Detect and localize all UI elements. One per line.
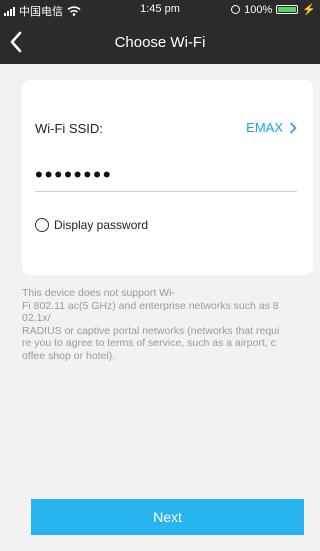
next-button[interactable]: Next bbox=[31, 499, 304, 535]
radio-icon bbox=[35, 218, 49, 232]
alarm-icon bbox=[231, 5, 241, 14]
chevron-right-icon bbox=[289, 121, 297, 134]
password-field[interactable]: •••••••• bbox=[35, 164, 297, 192]
header: 中国电信 1:45 pm 100% ⚡ Choose Wi-Fi bbox=[0, 0, 320, 64]
page-title: Choose Wi-Fi bbox=[114, 34, 206, 51]
ssid-selector[interactable]: EMAX bbox=[246, 120, 297, 135]
display-password-toggle[interactable]: Display password bbox=[35, 218, 148, 232]
wifi-form-card: Wi-Fi SSID: EMAX •••••••• Display passwo… bbox=[22, 80, 313, 275]
status-bar: 中国电信 1:45 pm 100% ⚡ bbox=[0, 0, 320, 20]
battery-percent: 100% bbox=[244, 3, 273, 16]
ssid-value: EMAX bbox=[246, 120, 283, 135]
compatibility-notice: This device does not support Wi- Fi 802.… bbox=[22, 287, 280, 362]
display-password-label: Display password bbox=[54, 218, 149, 232]
battery-icon bbox=[276, 5, 299, 14]
charging-icon: ⚡ bbox=[302, 4, 316, 16]
nav-bar: Choose Wi-Fi bbox=[0, 20, 320, 64]
status-right: 100% ⚡ bbox=[231, 3, 316, 16]
ssid-label: Wi-Fi SSID: bbox=[35, 121, 103, 136]
